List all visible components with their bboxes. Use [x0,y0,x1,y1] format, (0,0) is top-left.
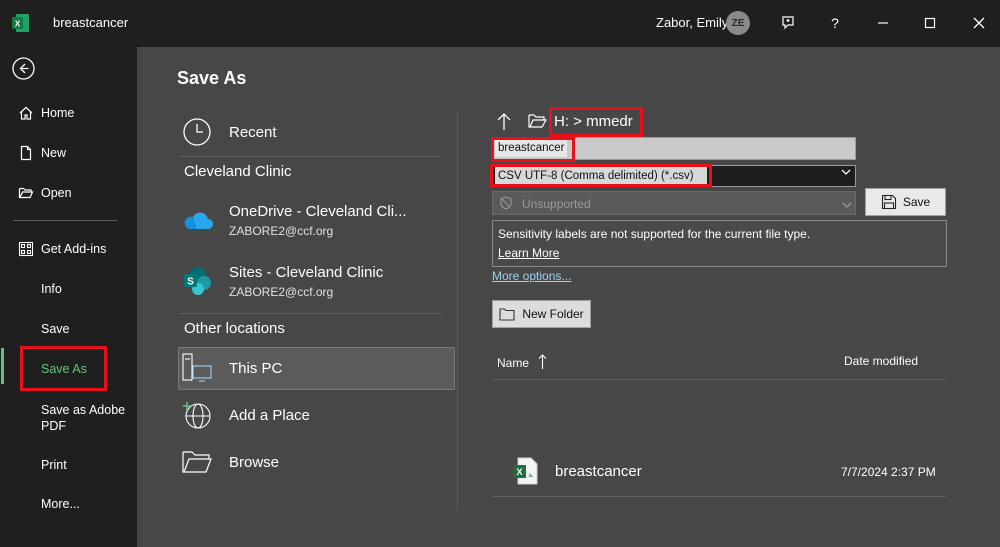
svg-text:a,: a, [528,473,533,479]
sort-up-arrow-icon [538,354,547,373]
onedrive-cloud-icon [179,202,215,238]
location-add-place[interactable]: Add a Place [179,397,455,433]
account-name[interactable]: Zabor, Emily [656,15,728,30]
highlight-box [491,137,575,162]
highlight-box [20,346,107,391]
rail-item-print[interactable]: Print [0,447,137,483]
location-account: ZABORE2@ccf.org [229,284,334,299]
rail-item-open[interactable]: Open [0,175,137,211]
sensitivity-message: Sensitivity labels are not supported for… [498,227,811,241]
minimize-icon[interactable] [870,11,896,35]
rail-item-save[interactable]: Save [0,311,137,347]
rail-divider [13,220,117,221]
sharepoint-icon: S [179,263,215,299]
svg-text:S: S [187,277,194,288]
location-label: Sites - Cleveland Clinic [229,263,384,281]
rail-item-label: Save [41,322,70,336]
svg-text:X: X [516,467,522,477]
highlight-box [490,164,712,187]
save-label: Save [902,195,931,209]
folder-icon[interactable] [528,113,548,131]
rail-item-home[interactable]: Home [0,95,137,131]
computer-icon [179,350,215,386]
sensitivity-select: Unsupported [492,191,856,215]
chevron-down-icon [842,198,852,212]
back-arrow-icon[interactable] [12,57,35,80]
rail-item-new[interactable]: New [0,135,137,171]
location-recent[interactable]: Recent [179,114,455,150]
new-folder-button[interactable]: New Folder [492,300,591,328]
rail-item-label: Save as Adobe [41,403,126,417]
up-arrow-icon[interactable] [495,111,515,133]
rail-item-label: More... [41,497,80,511]
divider [179,313,441,314]
folder-open-icon [17,184,35,202]
column-header-date[interactable]: Date modified [844,354,918,368]
folder-browse-icon [179,444,215,480]
rail-item-label: Print [41,458,67,472]
pane-divider [457,110,458,510]
location-account: ZABORE2@ccf.org [229,223,334,238]
document-title: breastcancer [53,15,129,30]
learn-more-link[interactable]: Learn More [498,246,559,260]
location-label: Add a Place [229,406,310,424]
file-name: breastcancer [555,463,642,480]
rail-item-label: Open [41,186,72,200]
rail-item-label: New [41,146,67,160]
location-sites[interactable]: S Sites - Cleveland Clinic ZABORE2@ccf.o… [179,261,455,301]
file-date: 7/7/2024 2:37 PM [841,465,936,479]
header-divider [492,379,946,380]
excel-file-icon: X a, [512,457,538,485]
chevron-down-icon [841,168,851,179]
backstage-nav: Home New Open Get Add-ins Info Save Save… [0,47,137,547]
save-as-panel: Save As Recent Cleveland Clinic OneDrive… [137,47,1000,547]
rail-item-save-as-adobe-pdf[interactable]: Save as Adobe PDF [41,402,125,434]
add-ins-icon [17,240,35,258]
location-label: Browse [229,453,280,471]
rail-item-info[interactable]: Info [0,271,137,307]
new-document-icon [17,144,35,162]
close-icon[interactable] [966,11,992,35]
rail-item-more[interactable]: More... [0,486,137,522]
clock-icon [179,114,215,150]
location-onedrive[interactable]: OneDrive - Cleveland Cli... ZABORE2@ccf.… [179,200,455,240]
highlight-box [549,107,643,137]
column-label: Name [497,356,530,370]
svg-text:X: X [15,20,21,29]
location-label: Recent [229,123,277,141]
help-button[interactable]: ? [822,11,848,35]
title-bar: X breastcancer Zabor, Emily ZE ? [0,0,1000,47]
folder-icon [499,307,515,321]
sensitivity-value: Unsupported [522,197,591,211]
rail-item-get-add-ins[interactable]: Get Add-ins [0,231,137,267]
globe-add-icon [179,397,215,433]
save-button[interactable]: Save [865,188,946,216]
rail-item-label: Info [41,282,62,296]
location-label: OneDrive - Cleveland Cli... [229,202,407,220]
excel-app-icon: X [12,13,30,33]
feedback-icon[interactable] [775,11,801,35]
save-disk-icon [881,194,897,210]
column-header-name[interactable]: Name [497,354,547,373]
new-folder-label: New Folder [522,307,584,321]
maximize-icon[interactable] [917,11,943,35]
section-heading-other: Other locations [184,320,285,337]
location-label: This PC [229,359,283,377]
sensitivity-shield-icon [499,196,513,213]
avatar[interactable]: ZE [726,11,750,35]
section-heading-org: Cleveland Clinic [184,163,292,180]
home-icon [17,104,35,122]
rail-item-label: Home [41,106,75,120]
page-title: Save As [177,68,247,88]
more-options-link[interactable]: More options... [492,269,571,283]
rail-item-label: PDF [41,419,66,433]
location-browse[interactable]: Browse [179,444,455,480]
rail-item-label: Get Add-ins [41,242,107,256]
divider [179,156,441,157]
location-this-pc[interactable]: This PC [179,350,455,386]
